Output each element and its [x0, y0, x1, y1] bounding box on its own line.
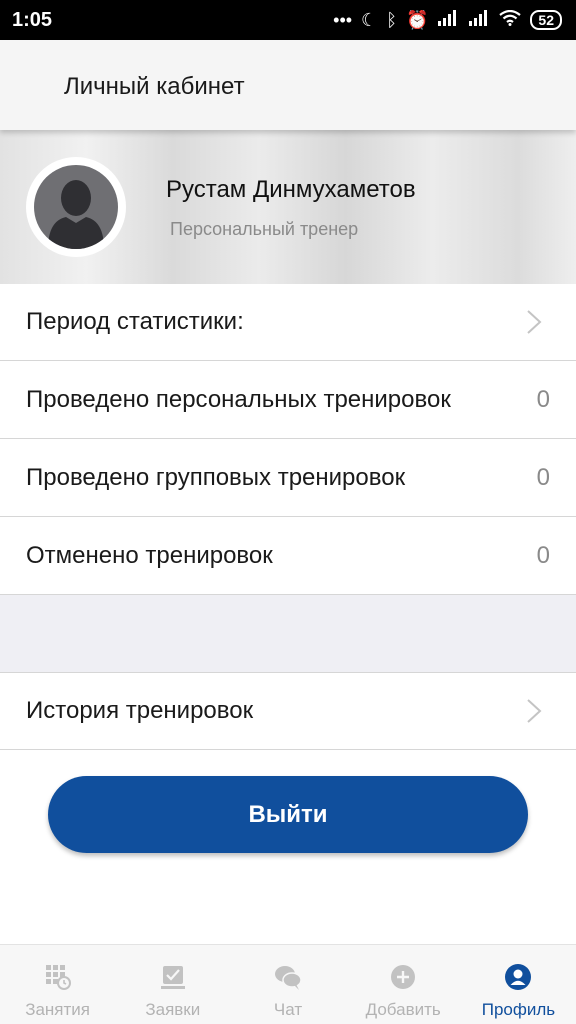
- stat-label: Отменено тренировок: [26, 542, 273, 569]
- signal-icon: [437, 9, 459, 31]
- section-divider: [0, 595, 576, 673]
- history-row[interactable]: История тренировок: [0, 673, 576, 750]
- tab-profile[interactable]: Профиль: [461, 945, 576, 1024]
- history-label: История тренировок: [26, 697, 254, 724]
- stat-row-cancelled: Отменено тренировок 0: [0, 518, 576, 595]
- status-time: 1:05: [12, 8, 53, 31]
- stat-label: Проведено персональных тренировок: [26, 386, 451, 413]
- profile-name: Рустам Динмухаметов: [166, 176, 416, 203]
- plus-circle-icon: [391, 965, 416, 989]
- logout-button[interactable]: Выйти: [48, 776, 528, 853]
- status-icons: ••• ☾ ᛒ ⏰ 52: [333, 9, 562, 31]
- alarm-icon: ⏰: [406, 9, 429, 30]
- moon-icon: ☾: [361, 9, 378, 30]
- dots-icon: •••: [333, 9, 353, 30]
- checklist-icon: [160, 966, 185, 989]
- profile-icon: [505, 964, 532, 990]
- chat-bubbles-icon: [275, 966, 302, 990]
- avatar: [26, 157, 126, 257]
- signal-icon-2: [468, 9, 490, 31]
- status-bar: 1:05 ••• ☾ ᛒ ⏰ 52: [0, 0, 576, 40]
- stat-value: 0: [536, 542, 550, 569]
- stats-period-row[interactable]: Период статистики:: [0, 284, 576, 361]
- tab-label: Добавить: [365, 1000, 441, 1019]
- chevron-right-icon: [527, 310, 542, 334]
- tab-label: Чат: [273, 1000, 303, 1019]
- avatar-placeholder-icon: [34, 165, 118, 249]
- page-title: Личный кабинет: [64, 73, 245, 100]
- bottom-tab-bar: Занятия Заявки Чат Добавить Профиль: [0, 944, 576, 1024]
- tab-label: Заявки: [145, 1000, 201, 1019]
- bluetooth-icon: ᛒ: [386, 9, 397, 30]
- stat-row-group: Проведено групповых тренировок 0: [0, 440, 576, 517]
- stats-period-label: Период статистики:: [26, 308, 244, 335]
- tab-chat[interactable]: Чат: [230, 945, 345, 1024]
- tab-label: Профиль: [481, 1000, 556, 1019]
- tab-requests[interactable]: Заявки: [115, 945, 230, 1024]
- profile-card: Рустам Динмухаметов Персональный тренер: [0, 130, 576, 284]
- stat-label: Проведено групповых тренировок: [26, 464, 406, 491]
- stat-value: 0: [536, 464, 550, 491]
- profile-role: Персональный тренер: [170, 219, 359, 239]
- tab-label: Занятия: [25, 1000, 90, 1019]
- tab-add[interactable]: Добавить: [346, 945, 461, 1024]
- stat-row-personal: Проведено персональных тренировок 0: [0, 362, 576, 439]
- calendar-clock-icon: [45, 965, 71, 990]
- wifi-icon: [499, 9, 522, 31]
- battery-indicator: 52: [530, 10, 562, 30]
- app-header: Личный кабинет: [0, 40, 576, 130]
- chevron-right-icon: [527, 699, 542, 723]
- stat-value: 0: [536, 386, 550, 413]
- tab-classes[interactable]: Занятия: [0, 945, 115, 1024]
